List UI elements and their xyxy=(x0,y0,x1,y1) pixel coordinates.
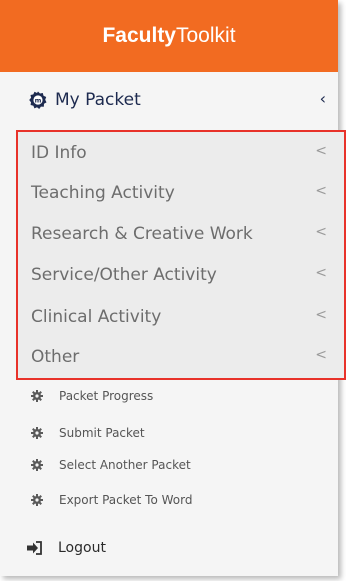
submenu-item-id-info[interactable]: ID Info < xyxy=(31,137,335,169)
packet-badge-icon: m xyxy=(29,91,47,109)
app-header: FacultyToolkit xyxy=(0,0,338,72)
submenu-item-clinical-activity[interactable]: Clinical Activity < xyxy=(31,301,335,333)
chevron-left-icon: < xyxy=(315,143,327,159)
gear-icon xyxy=(31,390,43,402)
export-packet-to-word-link[interactable]: Export Packet To Word xyxy=(0,485,338,515)
submenu-item-research-creative-work[interactable]: Research & Creative Work < xyxy=(31,218,335,250)
logout-icon xyxy=(26,541,42,555)
submit-packet-link[interactable]: Submit Packet xyxy=(0,418,338,448)
brand-name-part2: Toolkit xyxy=(176,24,236,47)
my-packet-menu[interactable]: m My Packet ‹ xyxy=(0,80,338,120)
select-another-packet-link[interactable]: Select Another Packet xyxy=(0,450,338,480)
gear-icon xyxy=(31,459,43,471)
brand-name-part1: Faculty xyxy=(102,24,176,47)
submenu-item-label: Service/Other Activity xyxy=(31,265,217,285)
packet-submenu: ID Info < Teaching Activity < Research &… xyxy=(16,130,346,380)
brand-logo[interactable]: FacultyToolkit xyxy=(102,24,235,48)
chevron-left-icon: < xyxy=(315,183,327,199)
action-label: Submit Packet xyxy=(59,426,145,440)
chevron-left-icon: < xyxy=(315,307,327,323)
my-packet-label: My Packet xyxy=(55,90,141,110)
chevron-left-icon: < xyxy=(315,224,327,240)
gear-icon xyxy=(31,427,43,439)
submenu-item-label: ID Info xyxy=(31,143,87,163)
submenu-item-label: Teaching Activity xyxy=(31,183,175,203)
submenu-item-label: Clinical Activity xyxy=(31,307,162,327)
logout-link[interactable]: Logout xyxy=(0,528,338,568)
chevron-left-icon: < xyxy=(315,265,327,281)
chevron-left-icon[interactable]: ‹ xyxy=(320,89,326,108)
action-label: Select Another Packet xyxy=(59,458,191,472)
action-label: Packet Progress xyxy=(59,389,154,403)
gear-icon xyxy=(31,494,43,506)
action-label: Export Packet To Word xyxy=(59,493,193,507)
sidebar-panel: FacultyToolkit m My Packet ‹ ID Info < T… xyxy=(0,0,346,576)
submenu-item-service-other-activity[interactable]: Service/Other Activity < xyxy=(31,259,335,291)
submenu-item-label: Other xyxy=(31,347,80,367)
submenu-item-other[interactable]: Other < xyxy=(31,341,335,373)
submenu-item-teaching-activity[interactable]: Teaching Activity < xyxy=(31,177,335,209)
logout-label: Logout xyxy=(58,540,106,556)
chevron-left-icon: < xyxy=(315,347,327,363)
svg-text:m: m xyxy=(35,96,42,104)
submenu-item-label: Research & Creative Work xyxy=(31,224,253,244)
packet-progress-link[interactable]: Packet Progress xyxy=(0,381,338,411)
